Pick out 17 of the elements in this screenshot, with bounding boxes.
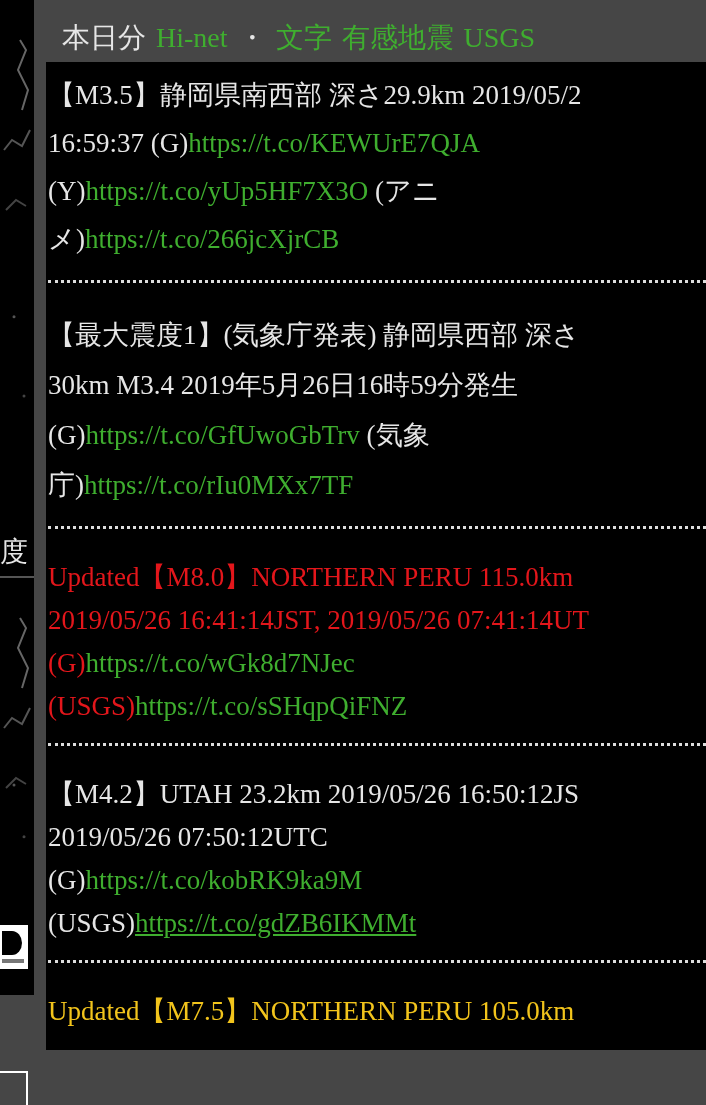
post-text: Updated【M7.5】NORTHERN PERU 105.0km — [48, 995, 575, 1028]
post-text: 【M4.2】UTAH 23.2km 2019/05/26 16:50:12JS 2019/05/26 07:50:12UTC (G)https://t.co/kobRK9ka9M (USGS)https://t.co/gdZB6IKMMt — [48, 778, 580, 940]
link[interactable]: https://t.co/266jcXjrCB — [85, 224, 340, 254]
sidebar-label: 度 — [0, 538, 28, 566]
post-text: Updated【M8.0】NORTHERN PERU 115.0km 2019/05/26 16:41:14JST, 2019/05/26 07:41:14UT (G)https://t.co/wGk8d7NJec (USGS)https://t.co/sSHqpQiFNZ — [48, 561, 589, 723]
link[interactable]: https://t.co/rIu0MXx7TF — [84, 470, 354, 500]
link[interactable]: https://t.co/sSHqpQiFNZ — [135, 691, 408, 721]
post-text: 【M3.5】静岡県南西部 深さ29.9km 2019/05/2 16:59:37 (G)https://t.co/KEWUrE7QJA (Y)https://t.co/yUp5HF7X3O (アニ メ)https://t.co/266jcXjrCB — [48, 79, 582, 256]
link[interactable]: https://t.co/gdZB6IKMMt — [135, 908, 417, 938]
link[interactable]: https://t.co/KEWUrE7QJA — [188, 128, 480, 158]
link[interactable]: https://t.co/GfUwoGbTrv — [85, 420, 360, 450]
link[interactable]: https://t.co/yUp5HF7X3O — [85, 176, 369, 206]
post-text: 【最大震度1】(気象庁発表) 静岡県西部 深さ 30km M3.4 2019年5月26日16時59分発生 (G)https://t.co/GfUwoGbTrv (気象 庁)https://t.co/rIu0MXx7TF — [48, 319, 580, 502]
link[interactable]: https://t.co/kobRK9ka9M — [85, 865, 363, 895]
nav-label: 本日分 — [62, 21, 146, 55]
nav-label: ・ — [237, 21, 266, 55]
link[interactable]: https://t.co/wGk8d7NJec — [85, 648, 355, 678]
